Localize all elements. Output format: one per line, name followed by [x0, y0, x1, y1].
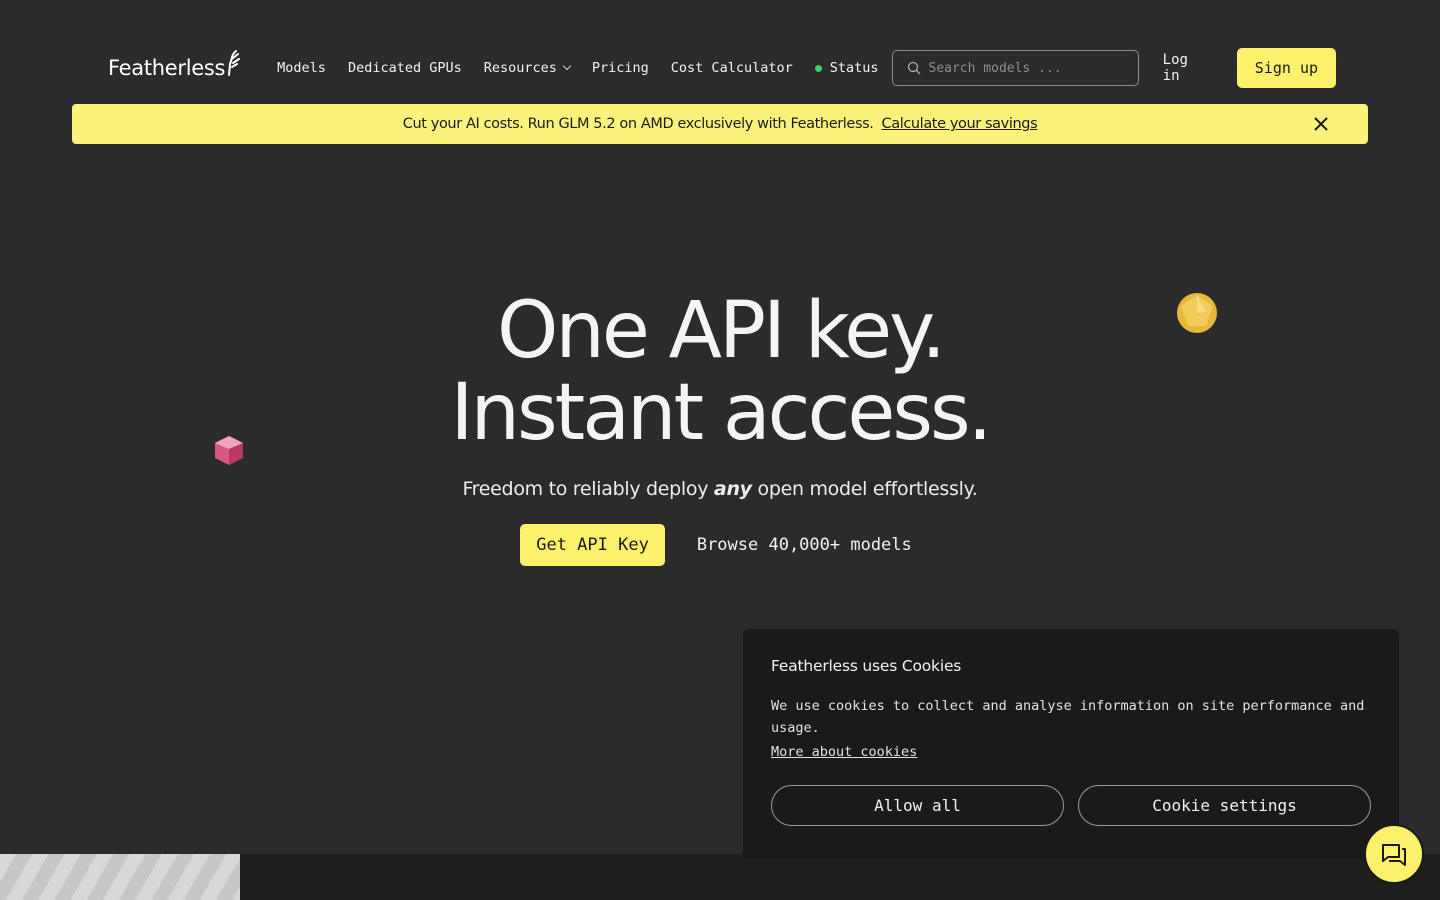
promo-banner: Cut your AI costs. Run GLM 5.2 on AMD ex… — [72, 104, 1368, 144]
search-icon — [907, 61, 920, 75]
hero: One API key. Instant access. Freedom to … — [0, 290, 1440, 566]
cookie-settings-button[interactable]: Cookie settings — [1078, 785, 1371, 826]
signup-button[interactable]: Sign up — [1236, 48, 1336, 88]
logo[interactable]: Featherless — [108, 50, 241, 80]
hero-subtitle: Freedom to reliably deploy any open mode… — [0, 478, 1440, 500]
status-dot-icon — [814, 64, 822, 72]
allow-all-button[interactable]: Allow all — [771, 785, 1064, 826]
feather-logo-icon — [228, 50, 241, 76]
status-label: Status — [829, 60, 879, 76]
search-input[interactable] — [928, 60, 1119, 76]
chat-icon — [1382, 844, 1406, 866]
nav-pricing[interactable]: Pricing — [592, 60, 649, 76]
nav-resources[interactable]: Resources — [483, 60, 572, 76]
login-link[interactable]: Log in — [1163, 52, 1213, 84]
nav-links: Models Dedicated GPUs Resources Pricing … — [277, 60, 878, 76]
hero-title-line2: Instant access. — [450, 368, 993, 458]
cookie-dialog: Featherless uses Cookies We use cookies … — [743, 629, 1399, 859]
nav-resources-label: Resources — [483, 60, 557, 76]
bottom-section — [240, 854, 1440, 900]
get-api-key-button[interactable]: Get API Key — [520, 524, 665, 566]
browse-models-button[interactable]: Browse 40,000+ models — [689, 524, 920, 566]
cookie-title: Featherless uses Cookies — [771, 657, 962, 675]
banner-text: Cut your AI costs. Run GLM 5.2 on AMD ex… — [402, 116, 874, 132]
chevron-down-icon — [562, 61, 572, 71]
hero-title-line1: One API key. — [496, 286, 946, 376]
bottom-stripes — [0, 854, 240, 900]
hero-subtitle-emphasis: any — [713, 478, 752, 500]
nav-cost-calculator[interactable]: Cost Calculator — [671, 60, 793, 76]
banner-link[interactable]: Calculate your savings — [881, 116, 1037, 132]
nav-status[interactable]: Status — [814, 60, 879, 76]
cookie-more-link[interactable]: More about cookies — [771, 744, 917, 760]
logo-text: Featherless — [108, 56, 226, 80]
search-box[interactable] — [891, 50, 1139, 86]
close-icon[interactable] — [1312, 115, 1330, 133]
cookie-buttons: Allow all Cookie settings — [771, 785, 1371, 826]
cookie-body: We use cookies to collect and analyse in… — [771, 698, 1365, 736]
nav-models[interactable]: Models — [277, 60, 326, 76]
chat-button[interactable] — [1364, 824, 1424, 884]
hero-subtitle-start: Freedom to reliably deploy — [462, 478, 709, 500]
top-nav: Featherless Models Dedicated GPUs Resour… — [108, 48, 1336, 88]
hero-ctas: Get API Key Browse 40,000+ models — [0, 524, 1440, 566]
hero-subtitle-end: open model effortlessly. — [757, 478, 978, 500]
nav-dedicated-gpus[interactable]: Dedicated GPUs — [348, 60, 462, 76]
